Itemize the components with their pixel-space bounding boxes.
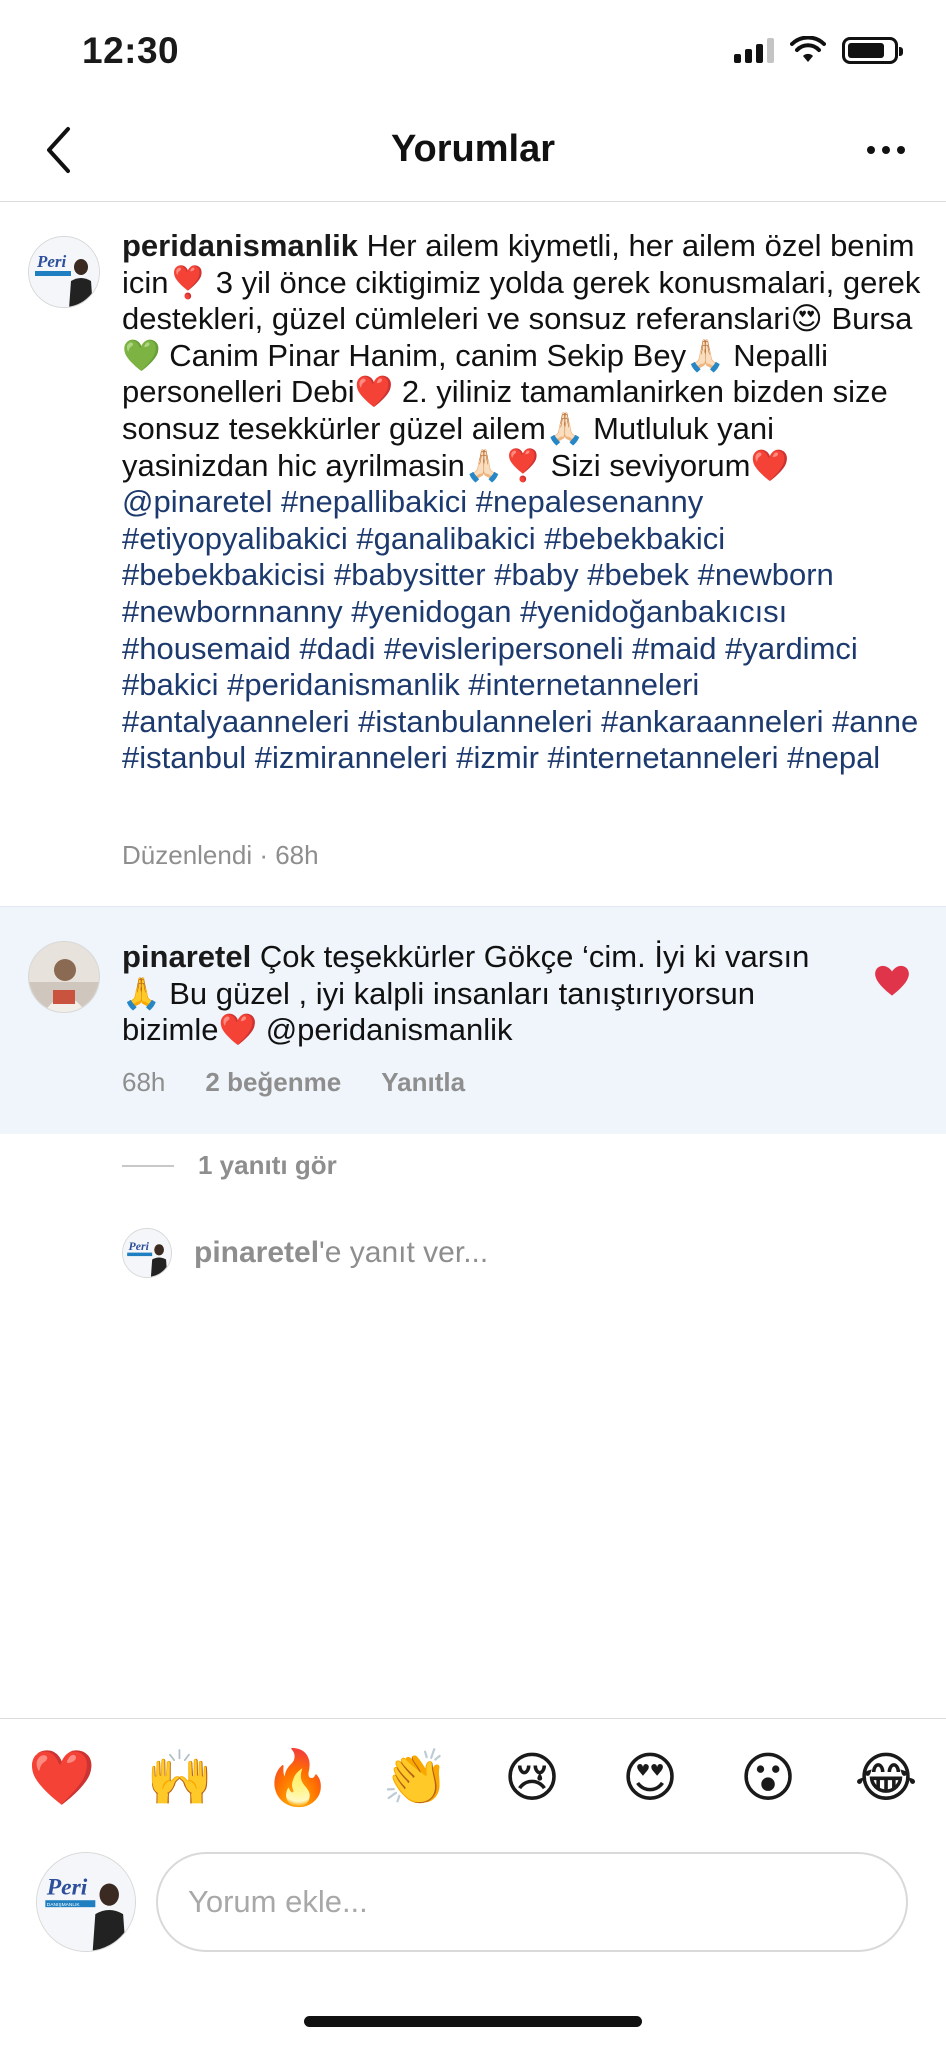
caption-username[interactable]: peridanismanlik [122, 228, 358, 263]
avatar[interactable]: Peri [28, 236, 100, 308]
emoji-surprised-button[interactable]: 😮 [736, 1751, 800, 1805]
peri-logo-avatar: Peri [123, 1229, 171, 1277]
comment-composer: Peri DANIŞMANLIK [0, 1848, 946, 1958]
comment-input[interactable] [156, 1852, 908, 1952]
comment-item: pinaretel Çok teşekkürler Gökçe ‘cim. İy… [0, 906, 946, 1134]
svg-text:Peri: Peri [46, 1875, 88, 1901]
svg-text:Peri: Peri [36, 252, 67, 271]
emoji-heart-eyes-button[interactable]: 😍 [618, 1751, 682, 1805]
wifi-icon [790, 36, 826, 62]
comment-meta: 68h 2 beğenme Yanıtla [122, 1067, 465, 1098]
emoji-laughing-button[interactable]: 😂 [854, 1751, 918, 1805]
comment-username[interactable]: pinaretel [122, 939, 251, 974]
comment-likes-link[interactable]: 2 beğenme [205, 1067, 341, 1098]
more-horizontal-icon [867, 146, 905, 154]
liked-heart-icon[interactable] [874, 963, 910, 999]
cellular-signal-icon [734, 37, 774, 63]
reply-to-suffix: 'e yanıt ver... [319, 1236, 489, 1269]
svg-text:Peri: Peri [129, 1239, 150, 1253]
view-replies-label: 1 yanıtı gör [198, 1150, 337, 1180]
more-options-button[interactable] [854, 122, 918, 178]
caption-message: Her ailem kiymetli, her ailem özel benim… [122, 228, 921, 483]
comment-time: 68h [122, 1067, 166, 1097]
battery-icon [842, 36, 903, 64]
page-title: Yorumlar [390, 128, 555, 170]
nav-header: Yorumlar [0, 100, 946, 202]
status-bar: 12:30 [0, 0, 946, 100]
home-indicator [304, 2016, 642, 2027]
caption-meta: Düzenlendi · 68h [122, 840, 319, 870]
reply-button[interactable]: Yanıtla [381, 1067, 465, 1098]
status-icons [734, 36, 903, 64]
caption-text: peridanismanlik Her ailem kiymetli, her … [122, 228, 922, 777]
comment-mention[interactable]: @peridanismanlik [266, 1012, 513, 1047]
emoji-heart-button[interactable]: ❤️ [28, 1751, 95, 1805]
comment-text: pinaretel Çok teşekkürler Gökçe ‘cim. İy… [122, 939, 822, 1049]
avatar: Peri DANIŞMANLIK [36, 1852, 136, 1952]
caption-mentions-hashtags[interactable]: @pinaretel #nepallibakici #nepalesenanny… [122, 484, 918, 775]
peri-logo-avatar: Peri DANIŞMANLIK [37, 1853, 135, 1951]
divider-line [122, 1164, 174, 1167]
svg-text:DANIŞMANLIK: DANIŞMANLIK [47, 1902, 81, 1908]
emoji-raised-hands-button[interactable]: 🙌 [146, 1751, 213, 1805]
emoji-fire-button[interactable]: 🔥 [264, 1751, 331, 1805]
avatar[interactable] [28, 941, 100, 1013]
emoji-quick-bar: ❤️ 🙌 🔥 👏 😢 😍 😮 😂 [0, 1718, 946, 1836]
status-time: 12:30 [82, 30, 180, 71]
avatar: Peri [122, 1228, 172, 1278]
reply-to-prompt[interactable]: Peri pinaretel'e yanıt ver... [122, 1228, 488, 1278]
view-replies-button[interactable]: 1 yanıtı gör [122, 1150, 337, 1181]
peri-logo-avatar: Peri [29, 237, 99, 307]
reply-to-username: pinaretel [194, 1236, 320, 1269]
user-photo-avatar [29, 942, 99, 1012]
emoji-clapping-button[interactable]: 👏 [382, 1751, 449, 1805]
emoji-crying-button[interactable]: 😢 [500, 1751, 564, 1805]
